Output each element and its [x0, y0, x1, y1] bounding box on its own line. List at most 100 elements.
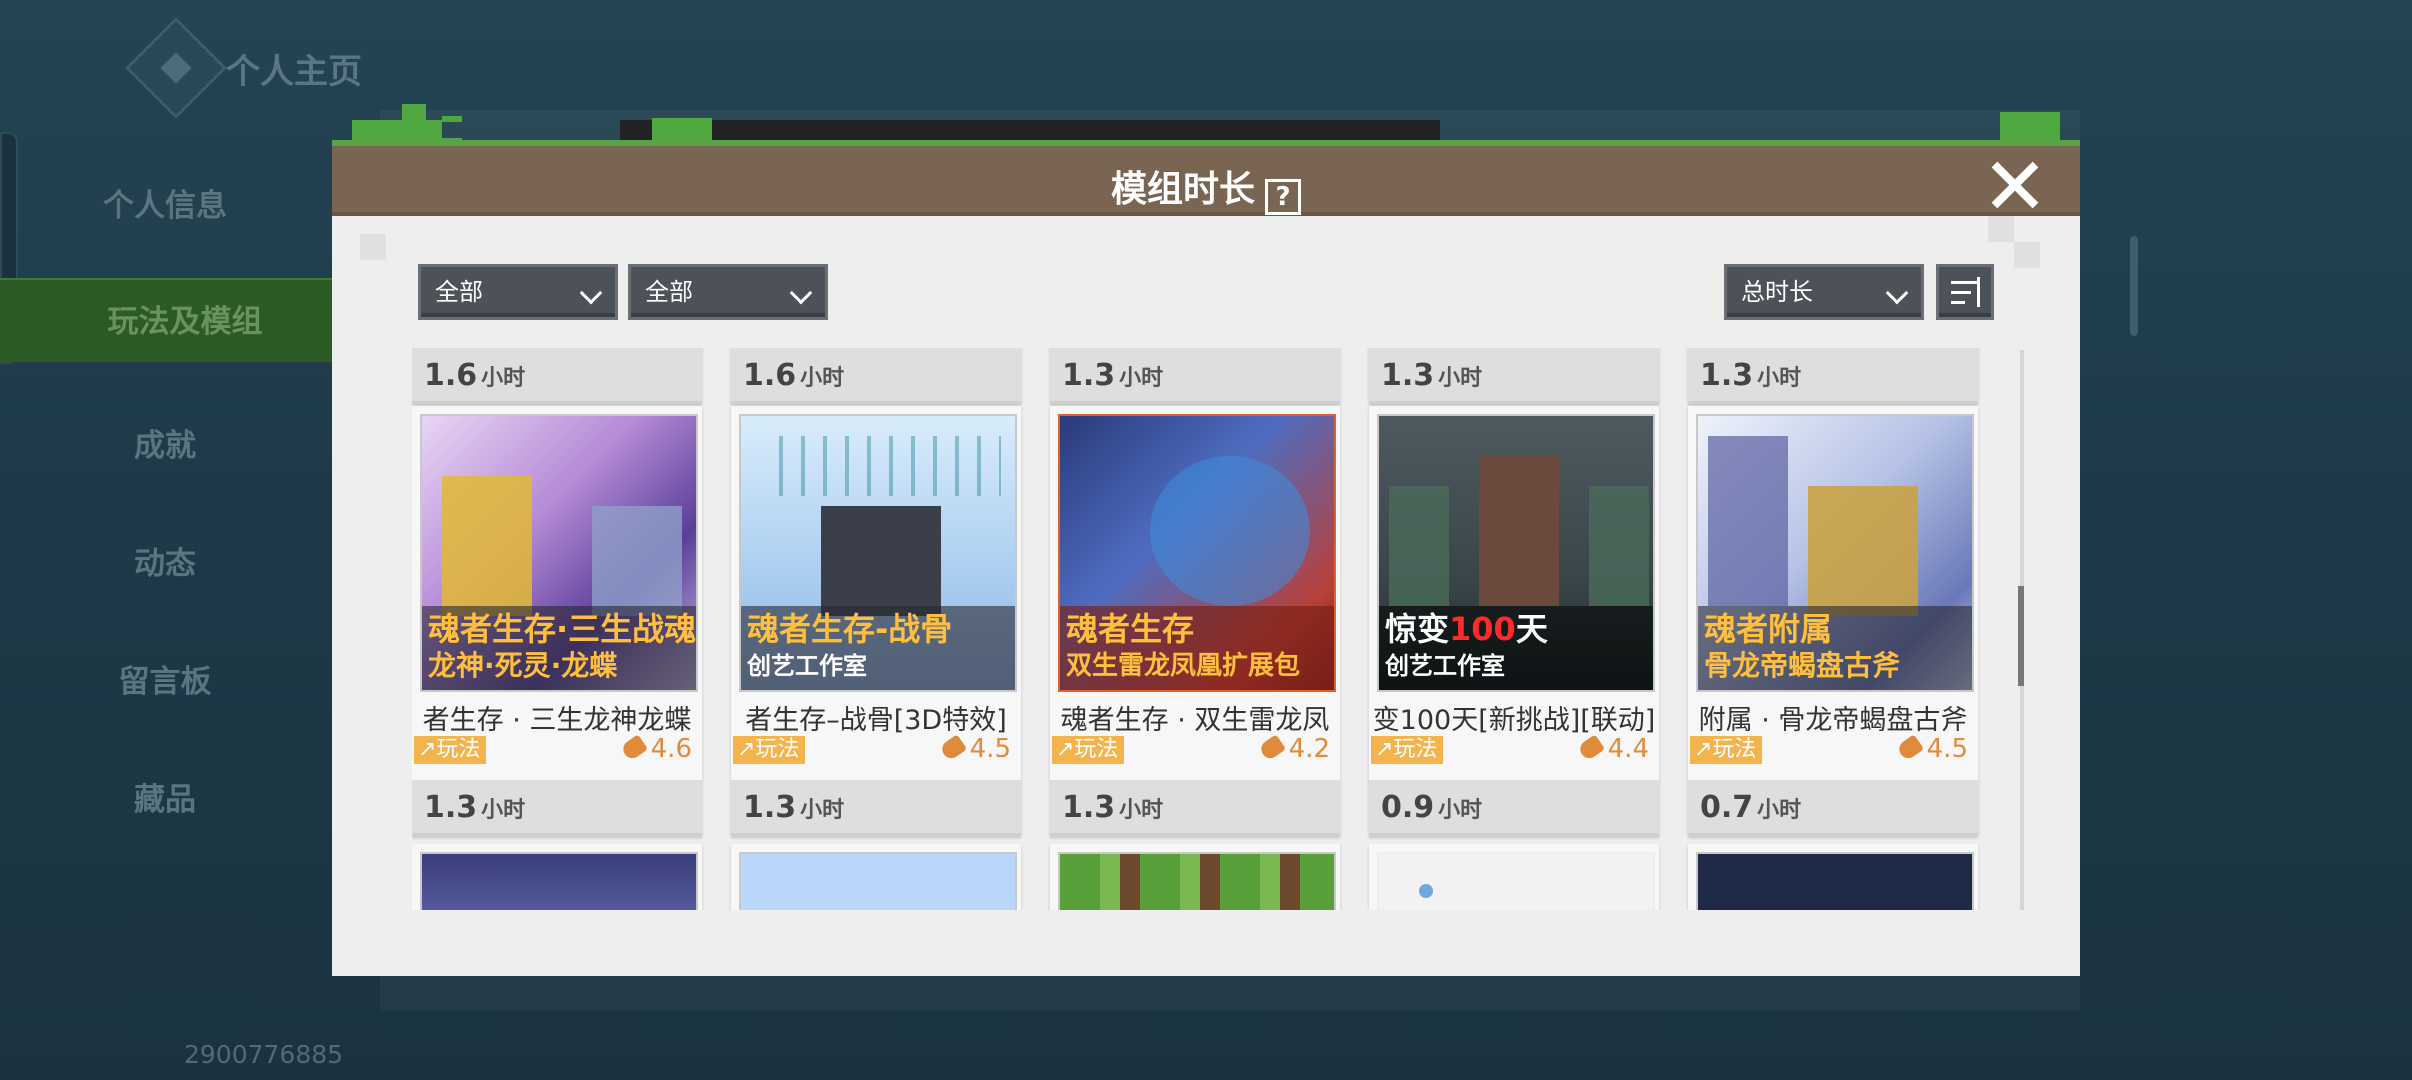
sidebar-item-collection[interactable]: 藏品 — [0, 774, 330, 819]
sidebar-item-activity[interactable]: 动态 — [0, 538, 330, 583]
mod-card[interactable] — [731, 844, 1021, 910]
banner-subtitle: 龙神·死灵·龙蝶 — [428, 649, 618, 682]
playtime-hours: 1.3 — [1062, 790, 1116, 825]
playtime-hours: 1.3 — [1700, 358, 1754, 393]
mod-thumbnail: 魂者生存·三生战魂 龙神·死灵·龙蝶 — [420, 414, 698, 692]
rating-value: 4.2 — [1288, 734, 1330, 764]
filter-dropdown-1[interactable]: 全部 — [418, 264, 618, 320]
mod-thumbnail: 惊变100天 创艺工作室 — [1377, 414, 1655, 692]
playtime-hours: 0.9 — [1381, 790, 1435, 825]
mod-card[interactable]: 1.6 小时 — [412, 348, 702, 404]
mod-card[interactable] — [1688, 844, 1978, 910]
mod-thumbnail: 魂者生存 双生雷龙凤凰扩展包 — [1058, 414, 1336, 692]
sort-order-button[interactable] — [1936, 264, 1994, 320]
sidebar-item-message-board[interactable]: 留言板 — [0, 656, 330, 701]
banner-subtitle: 创艺工作室 — [1385, 652, 1505, 680]
playtime-unit: 小时 — [481, 366, 526, 391]
grid-scroll-thumb[interactable] — [2018, 586, 2024, 686]
dialog-header: 模组时长? — [332, 140, 2080, 216]
mod-card-soul-addon-bone-dragon[interactable]: 魂者附属 骨龙帝蝎盘古斧 附属 · 骨龙帝蝎盘古斧 ↗玩法 4.5 0.7 小时 — [1688, 406, 1978, 836]
playtime-unit: 小时 — [1119, 366, 1164, 391]
playtime-footer: 0.7 小时 — [1688, 780, 1978, 836]
banner-title: 惊变100天 — [1385, 610, 1548, 648]
playtime-footer: 0.9 小时 — [1369, 780, 1659, 836]
user-id: 2900776885 — [184, 1040, 344, 1069]
playtime-footer: 1.3 小时 — [1369, 348, 1659, 404]
mod-thumbnail — [420, 852, 698, 910]
mod-card-100-days[interactable]: 惊变100天 创艺工作室 变100天[新挑战][联动] ↗玩法 4.4 0.9 小… — [1369, 406, 1659, 836]
mod-card[interactable] — [1050, 844, 1340, 910]
bg-scrollbar[interactable] — [2130, 236, 2138, 336]
playtime-footer: 1.3 小时 — [1050, 348, 1340, 404]
mod-card-grid[interactable]: 1.6 小时 1.6 小时 1.3 小时 1.3 小时 1.3 小时 魂者生存·三生战魂 … — [412, 348, 2016, 910]
playtime-footer: 1.6 小时 — [412, 348, 702, 404]
mod-thumbnail — [1058, 852, 1336, 910]
banner-subtitle: 双生雷龙凤凰扩展包 — [1066, 651, 1301, 681]
grass-top-decoration — [352, 104, 2060, 152]
filter-dropdown-1-label: 全部 — [435, 278, 483, 306]
sort-dropdown-label: 总时长 — [1741, 278, 1813, 306]
mod-name: 者生存–战骨[3D特效] — [745, 705, 1007, 736]
mod-thumbnail — [1696, 852, 1974, 910]
mod-rating: 4.5 — [1895, 734, 1968, 764]
playtime-footer: 1.6 小时 — [731, 348, 1021, 404]
playtime-hours: 1.3 — [424, 790, 478, 825]
playtime-unit: 小时 — [481, 798, 526, 823]
rating-value: 4.5 — [969, 734, 1011, 764]
mod-card-soul-survival-warbone[interactable]: 魂者生存-战骨 创艺工作室 者生存–战骨[3D特效] ↗玩法 4.5 1.3 小时 — [731, 406, 1021, 836]
mod-name: 魂者生存 · 双生雷龙凤 — [1060, 705, 1330, 736]
playtime-unit: 小时 — [1757, 366, 1802, 391]
rating-value: 4.5 — [1926, 734, 1968, 764]
playtime-footer: 1.3 小时 — [1050, 780, 1340, 836]
rating-value: 4.4 — [1607, 734, 1649, 764]
mod-card-soul-survival-dragon[interactable]: 魂者生存·三生战魂 龙神·死灵·龙蝶 者生存 · 三生龙神龙蝶 ↗玩法 4.6 … — [412, 406, 702, 836]
thumbnail-banner: 魂者附属 骨龙帝蝎盘古斧 — [1698, 606, 1972, 690]
help-icon[interactable]: ? — [1265, 179, 1301, 215]
thumbnail-banner: 魂者生存-战骨 创艺工作室 — [741, 606, 1015, 690]
playtime-hours: 1.3 — [1381, 358, 1435, 393]
sort-dropdown[interactable]: 总时长 — [1724, 264, 1924, 320]
close-button[interactable] — [1990, 160, 2040, 210]
mod-card[interactable]: 1.3 小时 — [1688, 348, 1978, 404]
playtime-unit: 小时 — [1438, 366, 1483, 391]
playtime-hours: 0.7 — [1700, 790, 1754, 825]
drumstick-icon — [619, 734, 648, 762]
banner-subtitle: 创艺工作室 — [747, 652, 867, 680]
sidebar-item-profile-info[interactable]: 个人信息 — [0, 180, 330, 225]
playtime-unit: 小时 — [1438, 798, 1483, 823]
mod-name: 附属 · 骨龙帝蝎盘古斧 — [1698, 705, 1968, 736]
banner-title: 魂者生存-战骨 — [747, 610, 953, 648]
mod-thumbnail — [739, 852, 1017, 910]
gameplay-tag: ↗玩法 — [1052, 736, 1125, 764]
playtime-unit: 小时 — [1119, 798, 1164, 823]
mod-card[interactable] — [1369, 844, 1659, 910]
playtime-unit: 小时 — [800, 798, 845, 823]
thumbnail-banner: 惊变100天 创艺工作室 — [1379, 606, 1653, 690]
mod-name: 变100天[新挑战][联动] — [1372, 705, 1656, 736]
mod-card[interactable]: 1.3 小时 — [1369, 348, 1659, 404]
dialog-title-text: 模组时长 — [1110, 169, 1255, 210]
gameplay-tag: ↗玩法 — [1690, 736, 1763, 764]
rating-value: 4.6 — [650, 734, 692, 764]
playtime-footer: 1.3 小时 — [1688, 348, 1978, 404]
banner-title: 魂者生存·三生战魂 — [428, 610, 697, 648]
mod-thumbnail: 魂者生存-战骨 创艺工作室 — [739, 414, 1017, 692]
chevron-down-icon — [1885, 281, 1909, 305]
mod-thumbnail: 魂者附属 骨龙帝蝎盘古斧 — [1696, 414, 1974, 692]
drumstick-icon — [1257, 734, 1286, 762]
gameplay-tag: ↗玩法 — [414, 736, 487, 764]
sidebar-item-achievements[interactable]: 成就 — [0, 420, 330, 465]
filter-dropdown-2-label: 全部 — [645, 278, 693, 306]
mod-card[interactable]: 1.6 小时 — [731, 348, 1021, 404]
dialog-title: 模组时长? — [332, 160, 2080, 215]
playtime-footer: 1.3 小时 — [731, 780, 1021, 836]
sidebar-item-gameplay-mods[interactable]: 玩法及模组 — [0, 278, 370, 362]
mod-card[interactable] — [412, 844, 702, 910]
mod-rating: 4.2 — [1257, 734, 1330, 764]
filter-dropdown-2[interactable]: 全部 — [628, 264, 828, 320]
mod-card-soul-survival-thunder-phoenix[interactable]: 魂者生存 双生雷龙凤凰扩展包 魂者生存 · 双生雷龙凤 ↗玩法 4.2 1.3 小… — [1050, 406, 1340, 836]
mod-rating: 4.6 — [619, 734, 692, 764]
mod-name: 者生存 · 三生龙神龙蝶 — [422, 705, 692, 736]
mod-card[interactable]: 1.3 小时 — [1050, 348, 1340, 404]
playtime-unit: 小时 — [800, 366, 845, 391]
